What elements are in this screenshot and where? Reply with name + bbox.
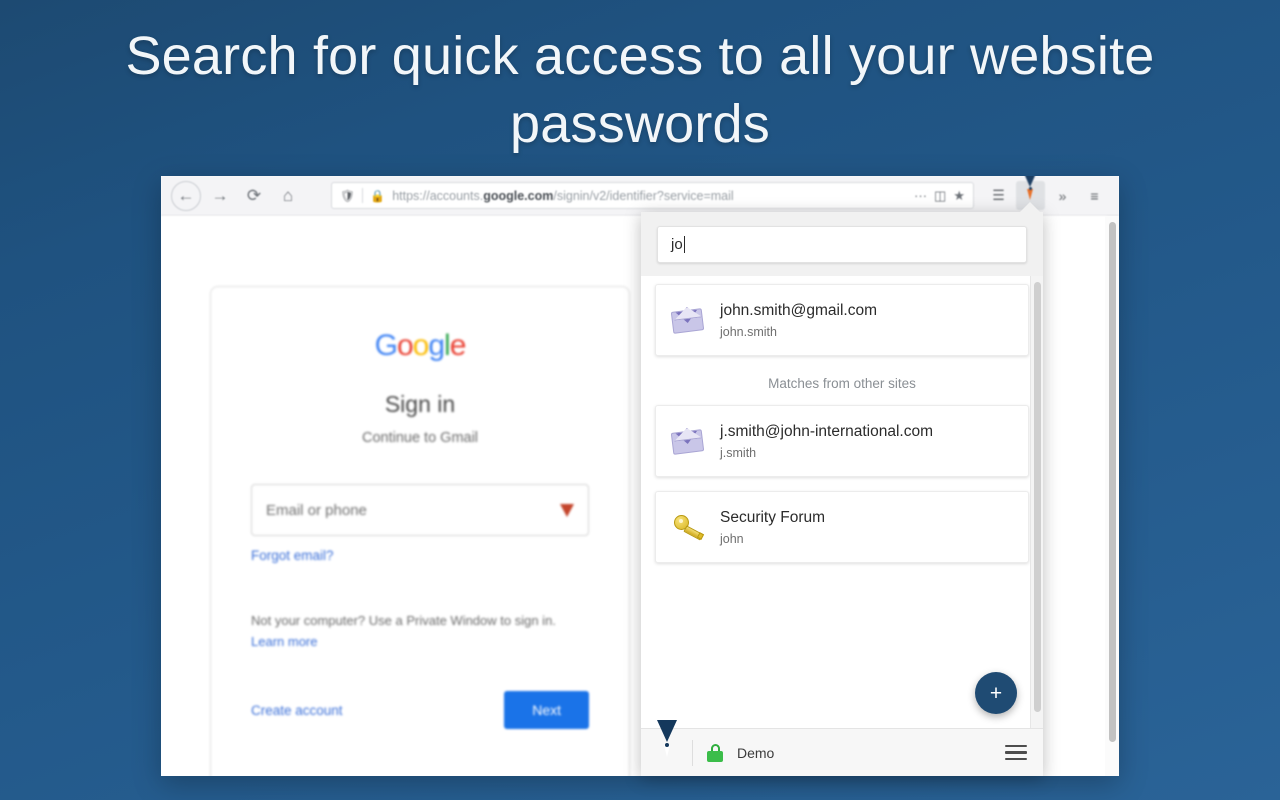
forgot-email-link[interactable]: Forgot email? (251, 548, 589, 563)
footer-divider (692, 739, 693, 766)
list-item[interactable]: john.smith@gmail.com john.smith (655, 284, 1029, 356)
url-text: https://accounts.google.com/signin/v2/id… (392, 188, 734, 203)
list-item[interactable]: j.smith@john-international.com j.smith (655, 405, 1029, 477)
add-entry-button[interactable]: + (975, 672, 1017, 714)
urlbar-divider (362, 188, 364, 203)
create-account-link[interactable]: Create account (251, 703, 343, 718)
popup-search-area: jo (641, 212, 1043, 276)
next-button[interactable]: Next (504, 691, 589, 729)
email-field[interactable]: Email or phone (251, 484, 589, 536)
vault-extension-popup: jo john.smith@gmail.com john.smith Match… (641, 212, 1043, 776)
learn-more-link[interactable]: Learn more (251, 634, 589, 649)
back-icon[interactable]: ← (171, 180, 201, 211)
list-item-title: j.smith@john-international.com (720, 422, 934, 440)
shield-icon[interactable]: 🛡 (340, 189, 355, 203)
signin-actions: Create account Next (251, 691, 589, 729)
list-item-subtitle: john (720, 531, 744, 546)
envelope-icon (670, 428, 706, 455)
google-signin-card: Google Sign in Continue to Gmail Email o… (210, 286, 630, 776)
navigation-buttons: ← → ⟳ ⌂ (171, 180, 303, 211)
popup-scrollbar-thumb[interactable] (1034, 282, 1041, 712)
search-results-list: john.smith@gmail.com john.smith Matches … (641, 276, 1043, 728)
vault-logo-icon[interactable] (657, 719, 678, 764)
forward-icon[interactable]: → (205, 181, 235, 211)
signin-title: Sign in (384, 391, 456, 417)
vault-fill-icon[interactable] (560, 503, 574, 517)
bookmark-star-icon[interactable]: ★ (953, 188, 965, 204)
google-logo-icon: Google (374, 329, 467, 362)
hamburger-menu-icon[interactable] (1005, 744, 1027, 761)
list-item-subtitle: john.smith (720, 324, 777, 339)
list-item-subtitle: j.smith (720, 445, 757, 460)
vault-name-label: Demo (737, 744, 775, 761)
window-scrollbar-thumb[interactable] (1109, 222, 1116, 742)
home-icon[interactable]: ⌂ (273, 181, 303, 211)
key-icon (672, 514, 706, 541)
page-actions-icon[interactable]: ··· (914, 188, 927, 203)
list-item-title: john.smith@gmail.com (720, 301, 878, 319)
popup-scrollbar[interactable] (1030, 276, 1043, 728)
list-item-title: Security Forum (720, 508, 826, 526)
private-window-note: Not your computer? Use a Private Window … (251, 613, 556, 628)
other-sites-label: Matches from other sites (768, 376, 916, 391)
hamburger-menu-icon[interactable]: ≡ (1080, 181, 1109, 210)
browser-toolbar: ← → ⟳ ⌂ 🛡 🔒 https://accounts.google.com/… (161, 176, 1119, 216)
popup-arrow (1019, 202, 1041, 213)
padlock-icon (707, 743, 723, 762)
toolbar-actions: ☰ » ≡ (984, 176, 1109, 210)
overflow-chevron-icon[interactable]: » (1048, 181, 1077, 210)
address-bar[interactable]: 🛡 🔒 https://accounts.google.com/signin/v… (331, 182, 974, 209)
reload-icon[interactable]: ⟳ (239, 181, 269, 211)
popup-footer: Demo (641, 719, 1043, 776)
library-icon[interactable]: ☰ (984, 181, 1013, 210)
page-title: Search for quick access to all your webs… (125, 26, 1155, 155)
lock-icon[interactable]: 🔒 (370, 189, 385, 203)
list-item[interactable]: Security Forum john (655, 491, 1029, 563)
text-caret (683, 236, 685, 253)
search-input-value: jo (671, 236, 683, 253)
search-input[interactable]: jo (657, 226, 1027, 263)
window-scrollbar[interactable] (1105, 216, 1119, 776)
envelope-icon (670, 307, 706, 334)
signin-subtitle: Continue to Gmail (361, 430, 479, 446)
reader-view-icon[interactable]: ◫ (934, 188, 946, 204)
email-placeholder: Email or phone (266, 501, 367, 519)
